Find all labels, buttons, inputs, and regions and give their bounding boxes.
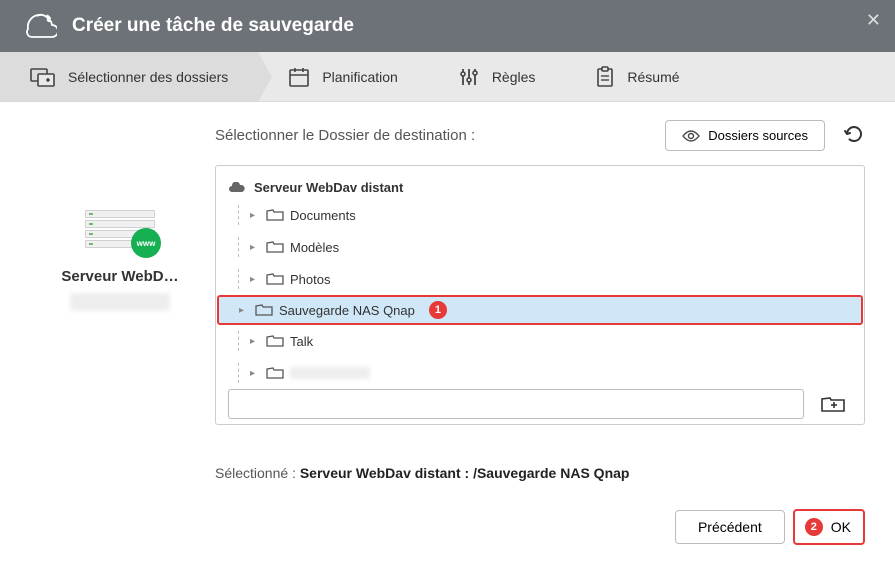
tree-item-sauvegarde[interactable]: ▸ Sauvegarde NAS Qnap 1 xyxy=(217,295,863,325)
step-planning[interactable]: Planification xyxy=(258,52,428,101)
tree-item-obscured[interactable]: ▸ xyxy=(216,357,864,389)
tree-root[interactable]: Serveur WebDav distant xyxy=(216,176,864,199)
cloud-icon xyxy=(228,182,246,194)
expand-icon[interactable]: ▸ xyxy=(250,210,260,221)
tree-item-talk[interactable]: ▸ Talk xyxy=(216,325,864,357)
folder-icon xyxy=(266,240,284,254)
ok-button-highlight: 2 OK xyxy=(793,509,865,545)
eye-icon xyxy=(682,130,700,142)
server-subtitle-obscured xyxy=(70,293,170,311)
source-folders-button[interactable]: Dossiers sources xyxy=(665,120,825,151)
step-select-folders[interactable]: Sélectionner des dossiers xyxy=(0,52,258,101)
tree-item-photos[interactable]: ▸ Photos xyxy=(216,263,864,295)
close-icon[interactable]: ✕ xyxy=(866,10,881,31)
annotation-badge-2: 2 xyxy=(805,518,823,536)
new-folder-input[interactable] xyxy=(228,389,804,419)
www-badge: www xyxy=(131,228,161,258)
step-summary[interactable]: Résumé xyxy=(565,52,709,101)
server-icon: www xyxy=(85,210,155,250)
select-destination-label: Sélectionner le Dossier de destination : xyxy=(215,127,475,144)
expand-icon[interactable]: ▸ xyxy=(250,274,260,285)
folder-icon xyxy=(255,303,273,317)
wizard-steps: Sélectionner des dossiers Planification … xyxy=(0,52,895,102)
folder-icon xyxy=(266,208,284,222)
tree-item-modeles[interactable]: ▸ Modèles xyxy=(216,231,864,263)
step-label: Règles xyxy=(492,69,536,85)
folder-label: Sauvegarde NAS Qnap xyxy=(279,303,415,318)
tree-root-label: Serveur WebDav distant xyxy=(254,180,403,195)
destination-server-panel: www Serveur WebD… xyxy=(40,120,200,545)
selected-path-row: Sélectionné : Serveur WebDav distant : /… xyxy=(215,465,865,481)
folder-icon xyxy=(266,366,284,380)
folder-label: Photos xyxy=(290,272,330,287)
backup-app-icon xyxy=(20,6,60,46)
expand-icon[interactable]: ▸ xyxy=(250,242,260,253)
folder-label: Documents xyxy=(290,208,356,223)
selected-path: Serveur WebDav distant : /Sauvegarde NAS… xyxy=(300,465,630,481)
server-name: Serveur WebD… xyxy=(40,268,200,285)
source-folders-label: Dossiers sources xyxy=(708,128,808,143)
folder-label: Talk xyxy=(290,334,313,349)
folder-tree: Serveur WebDav distant ▸ Documents ▸ Mod… xyxy=(215,165,865,425)
folder-label: Modèles xyxy=(290,240,339,255)
annotation-badge-1: 1 xyxy=(429,301,447,319)
step-label: Résumé xyxy=(627,69,679,85)
selected-prefix: Sélectionné : xyxy=(215,465,300,481)
previous-button[interactable]: Précédent xyxy=(675,510,785,544)
folder-label-obscured xyxy=(290,367,370,379)
step-label: Planification xyxy=(322,69,398,85)
folder-icon xyxy=(266,272,284,286)
ok-button[interactable]: OK xyxy=(827,513,859,541)
expand-icon[interactable]: ▸ xyxy=(250,336,260,347)
tree-item-documents[interactable]: ▸ Documents xyxy=(216,199,864,231)
expand-icon[interactable]: ▸ xyxy=(239,305,249,316)
refresh-icon[interactable] xyxy=(843,123,865,148)
folder-icon xyxy=(266,334,284,348)
dialog-title: Créer une tâche de sauvegarde xyxy=(72,15,354,37)
add-folder-icon[interactable] xyxy=(814,389,852,419)
titlebar: Créer une tâche de sauvegarde ✕ xyxy=(0,0,895,52)
step-label: Sélectionner des dossiers xyxy=(68,69,228,85)
step-rules[interactable]: Règles xyxy=(428,52,566,101)
expand-icon[interactable]: ▸ xyxy=(250,368,260,379)
